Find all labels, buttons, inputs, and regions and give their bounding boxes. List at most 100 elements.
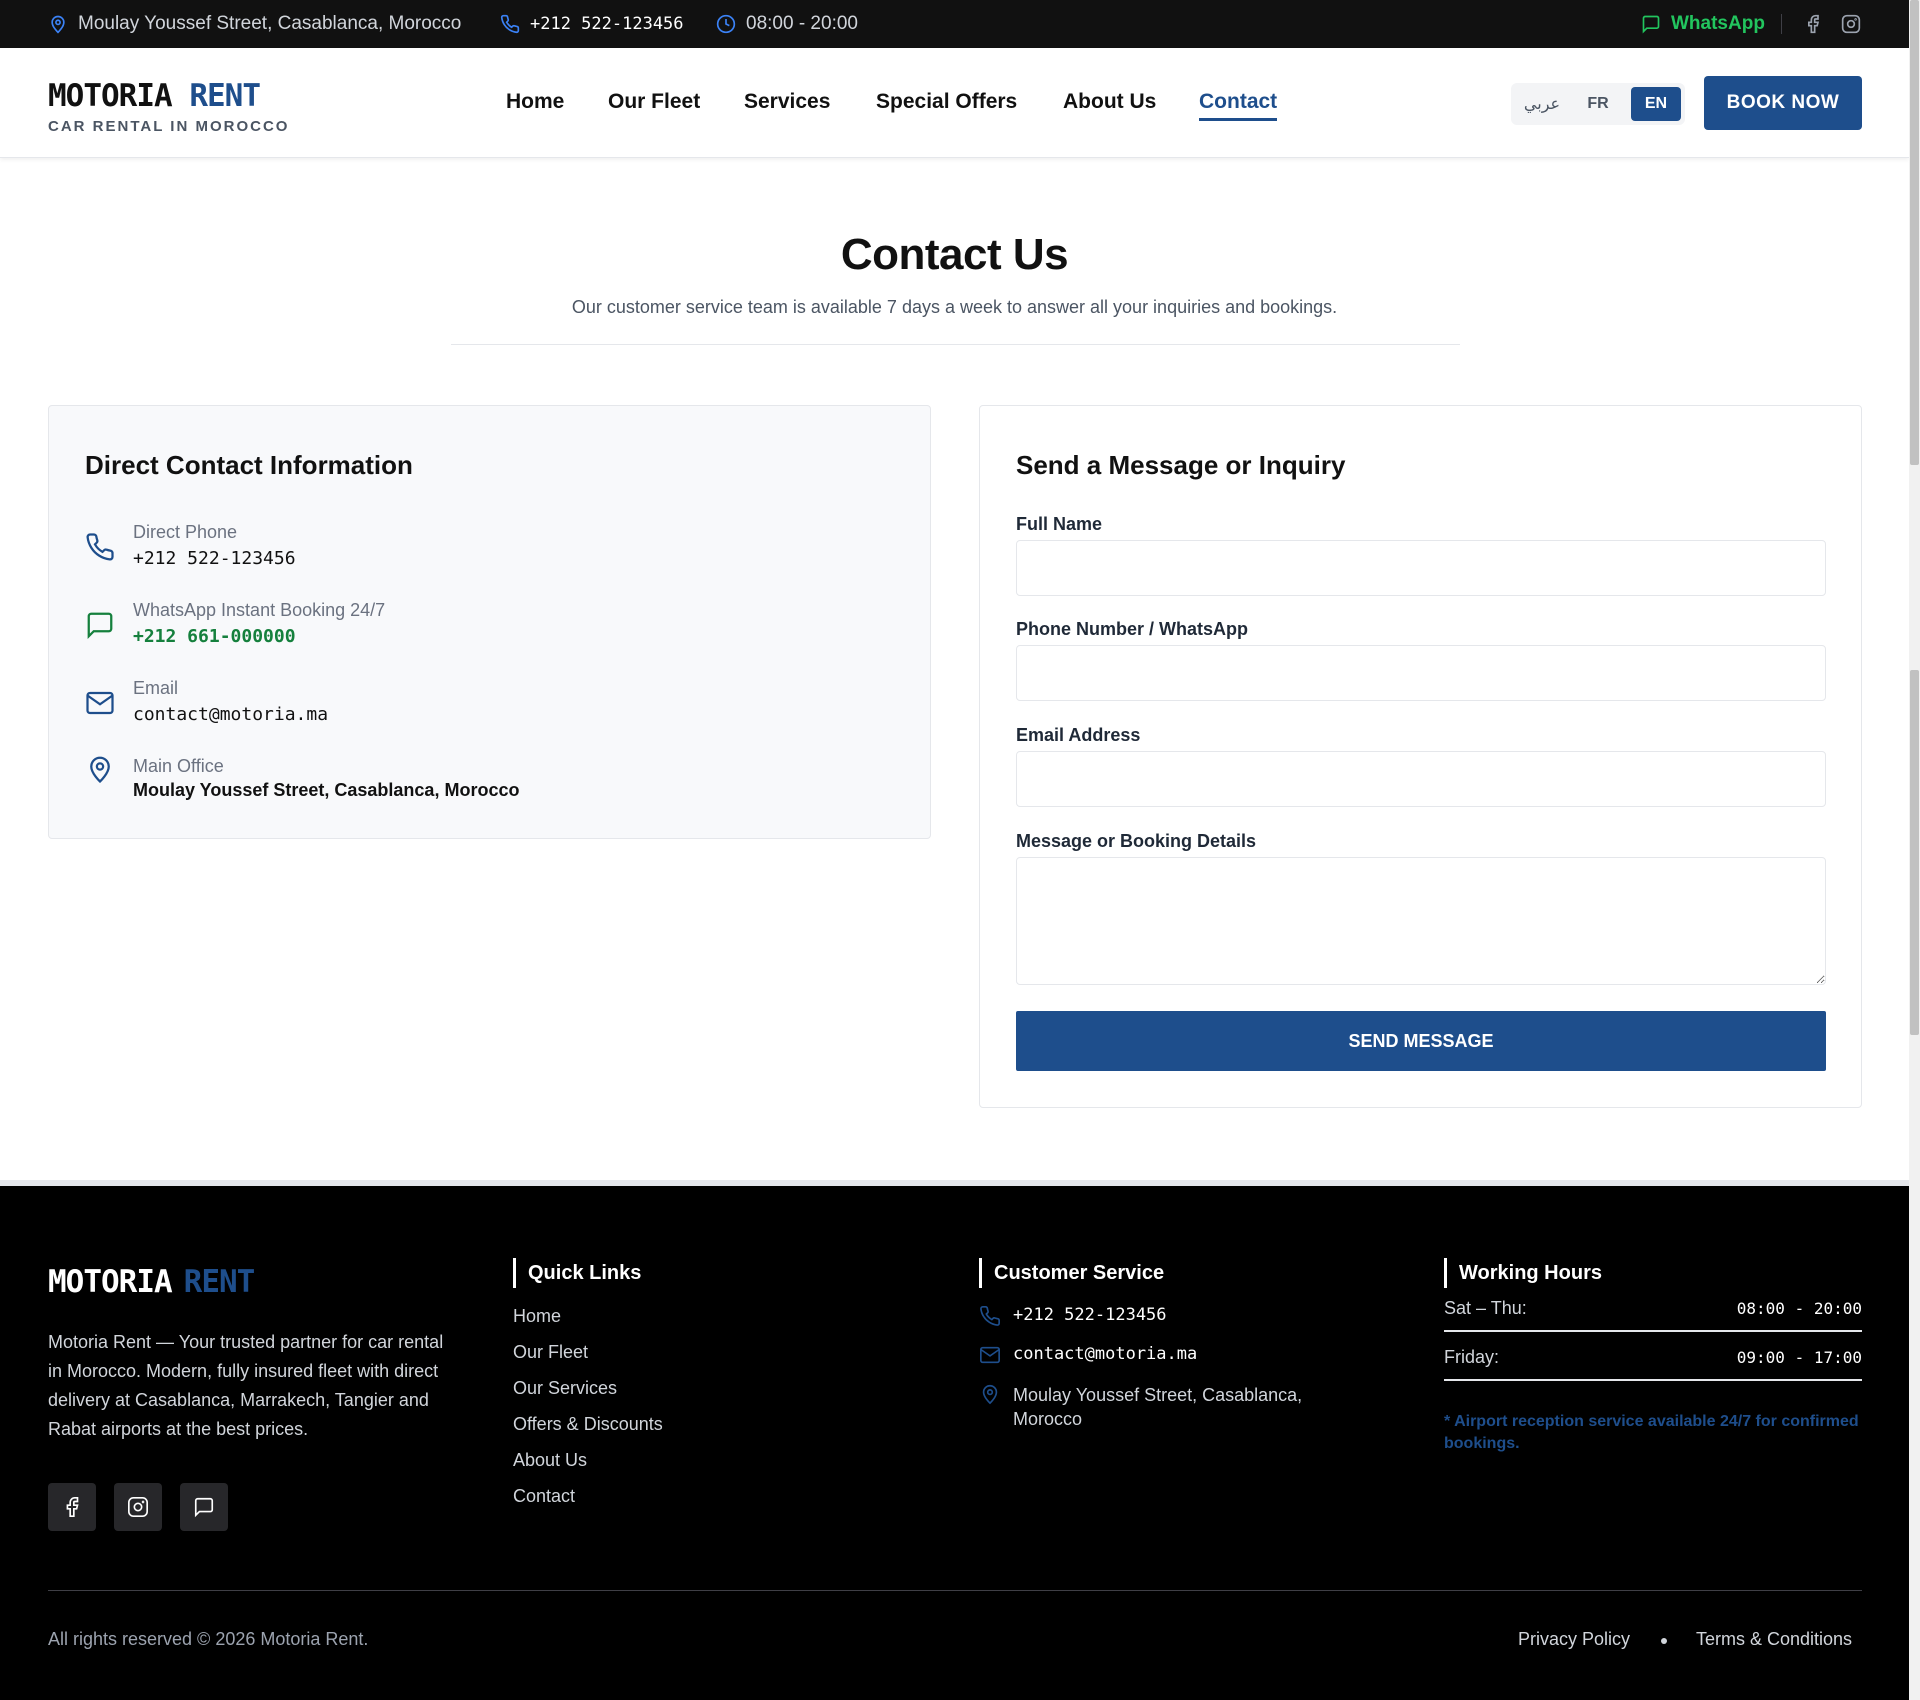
footer-link-about[interactable]: About Us: [513, 1450, 587, 1471]
facebook-icon: [66, 1497, 79, 1517]
footer-address: Moulay Youssef Street, Casablanca, Moroc…: [979, 1383, 1333, 1431]
top-info-bar: Moulay Youssef Street, Casablanca, Moroc…: [0, 0, 1909, 48]
logo-main-text: MOTORIA: [48, 78, 173, 114]
nav-our-fleet[interactable]: Our Fleet: [608, 90, 700, 114]
phone-icon: [86, 533, 114, 561]
scrollbar-thumb[interactable]: [1910, 670, 1919, 1035]
quick-links-heading: Quick Links: [513, 1258, 641, 1288]
location-pin-icon: [90, 756, 110, 784]
chat-icon: [87, 612, 113, 639]
phone-icon: [500, 14, 520, 34]
scrollbar-thumb[interactable]: [1910, 0, 1919, 465]
nav-home[interactable]: Home: [506, 90, 564, 114]
inquiry-form: Send a Message or Inquiry Full Name Phon…: [979, 405, 1862, 1108]
footer-facebook-button[interactable]: [48, 1483, 96, 1531]
lang-fr[interactable]: FR: [1573, 87, 1623, 121]
nav-contact[interactable]: Contact: [1199, 90, 1278, 121]
chat-icon: [1642, 15, 1660, 34]
location-pin-icon: [51, 15, 65, 34]
footer-phone-text: +212 522-123456: [1013, 1305, 1167, 1325]
email-label: Email Address: [1016, 725, 1141, 745]
send-message-button[interactable]: SEND MESSAGE: [1016, 1011, 1826, 1071]
footer-instagram-button[interactable]: [114, 1483, 162, 1531]
topbar-separator: [1781, 14, 1782, 34]
hours-days: Sat – Thu:: [1444, 1297, 1527, 1318]
message-label: Message or Booking Details: [1016, 831, 1257, 851]
page-subtitle: Our customer service team is available 7…: [571, 297, 1338, 317]
contact-phone-label: Direct Phone: [133, 522, 238, 542]
language-switcher: عربي FR EN: [1511, 83, 1685, 125]
contact-info-card: Direct Contact Information Direct Phone …: [48, 405, 931, 839]
page-title: Contact Us: [840, 230, 1069, 279]
mail-icon: [86, 691, 114, 715]
email-input[interactable]: [1016, 751, 1826, 807]
privacy-policy-link[interactable]: Privacy Policy: [1518, 1629, 1630, 1650]
footer-phone[interactable]: +212 522-123456: [979, 1305, 1167, 1327]
topbar-address: Moulay Youssef Street, Casablanca, Moroc…: [48, 0, 461, 48]
footer-separator-dot: [1661, 1638, 1667, 1644]
contact-whatsapp-label: WhatsApp Instant Booking 24/7: [133, 600, 386, 620]
footer-logo[interactable]: MOTORIA RENT: [48, 1264, 256, 1300]
contact-office-value: Moulay Youssef Street, Casablanca, Moroc…: [133, 780, 520, 800]
topbar-hours-text: 08:00 - 20:00: [746, 13, 858, 34]
footer-about-text: Motoria Rent — Your trusted partner for …: [48, 1332, 444, 1439]
topbar-address-text: Moulay Youssef Street, Casablanca, Moroc…: [78, 13, 462, 34]
full-name-label: Full Name: [1016, 514, 1103, 534]
lang-ar[interactable]: عربي: [1517, 87, 1567, 121]
airport-service-note: * Airport reception service available 24…: [1444, 1413, 1859, 1452]
footer-whatsapp-button[interactable]: [180, 1483, 228, 1531]
footer-link-home[interactable]: Home: [513, 1306, 561, 1327]
hours-row: Sat – Thu: 08:00 - 20:00: [1444, 1286, 1862, 1332]
footer-email[interactable]: contact@motoria.ma: [979, 1344, 1197, 1366]
hero-divider: [451, 344, 1460, 345]
phone-icon: [980, 1306, 1000, 1326]
topbar-hours: 08:00 - 20:00: [716, 0, 858, 48]
footer-email-text: contact@motoria.ma: [1013, 1344, 1198, 1364]
contact-info-title: Direct Contact Information: [85, 450, 413, 480]
contact-email-label: Email: [133, 678, 179, 698]
location-pin-icon: [982, 1384, 998, 1405]
phone-label: Phone Number / WhatsApp: [1016, 619, 1249, 639]
terms-link[interactable]: Terms & Conditions: [1696, 1629, 1852, 1650]
mail-icon: [980, 1346, 1000, 1364]
full-name-input[interactable]: [1016, 540, 1826, 596]
hours-time: 09:00 - 17:00: [1736, 1347, 1862, 1367]
contact-office-label: Main Office: [133, 756, 224, 776]
instagram-icon: [128, 1497, 148, 1517]
nav-about-us[interactable]: About Us: [1063, 90, 1156, 114]
site-footer: MOTORIA RENT Motoria Rent — Your trusted …: [0, 1186, 1909, 1700]
nav-special-offers[interactable]: Special Offers: [876, 90, 1017, 114]
lang-en[interactable]: EN: [1631, 87, 1681, 121]
facebook-icon: [1808, 14, 1820, 34]
topbar-instagram-link[interactable]: [1841, 0, 1861, 48]
book-now-button[interactable]: BOOK NOW: [1704, 76, 1862, 130]
chat-icon: [194, 1497, 214, 1518]
hours-row: Friday: 09:00 - 17:00: [1444, 1335, 1862, 1381]
footer-link-contact[interactable]: Contact: [513, 1486, 575, 1507]
footer-link-services[interactable]: Our Services: [513, 1378, 617, 1399]
footer-logo-main: MOTORIA: [48, 1264, 173, 1300]
clock-icon: [716, 14, 736, 34]
working-hours-heading: Working Hours: [1444, 1258, 1602, 1288]
nav-services[interactable]: Services: [744, 90, 830, 114]
contact-phone-value: +212 522-123456: [133, 548, 296, 569]
footer-logo-accent: RENT: [183, 1264, 256, 1300]
hours-days: Friday:: [1444, 1346, 1500, 1367]
hours-time: 08:00 - 20:00: [1736, 1298, 1862, 1318]
topbar-whatsapp-text: WhatsApp: [1671, 13, 1765, 34]
message-textarea[interactable]: [1016, 857, 1826, 985]
logo-accent-text: RENT: [189, 78, 261, 114]
contact-whatsapp-value: +212 661-000000: [133, 626, 296, 647]
instagram-icon: [1841, 14, 1861, 34]
phone-input[interactable]: [1016, 645, 1826, 701]
footer-link-fleet[interactable]: Our Fleet: [513, 1342, 588, 1363]
topbar-facebook-link[interactable]: [1803, 0, 1823, 48]
customer-service-heading: Customer Service: [979, 1258, 1164, 1288]
topbar-whatsapp-link[interactable]: WhatsApp: [1641, 0, 1765, 48]
topbar-phone[interactable]: +212 522-123456: [500, 0, 684, 48]
footer-divider: [48, 1590, 1862, 1591]
site-logo[interactable]: MOTORIA RENT CAR RENTAL IN MOROCCO: [48, 78, 289, 135]
footer-link-offers[interactable]: Offers & Discounts: [513, 1414, 663, 1435]
main-header: MOTORIA RENT CAR RENTAL IN MOROCCO Home …: [0, 48, 1909, 158]
copyright-text: All rights reserved © 2026 Motoria Rent.: [48, 1629, 369, 1649]
